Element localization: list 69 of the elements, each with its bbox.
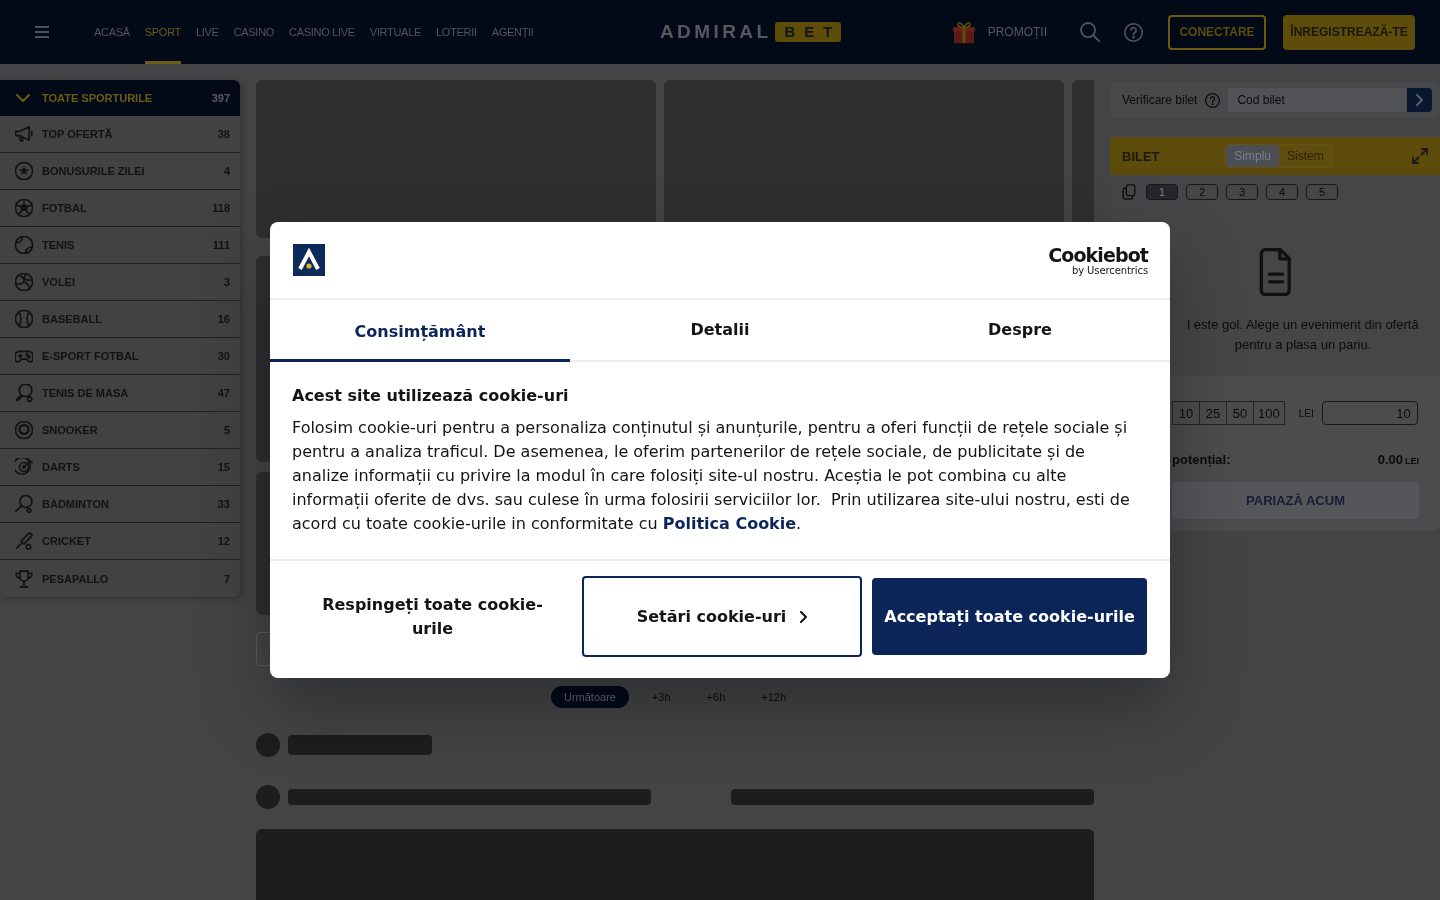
star-icon — [15, 162, 33, 180]
nav-link[interactable]: CASINO LIVE — [289, 0, 355, 64]
time-filter-tab[interactable]: Următoare — [550, 686, 629, 708]
ticket-slot-tab[interactable]: 1 — [1146, 184, 1178, 200]
provider-name: Cookiebot — [1048, 244, 1148, 265]
gamepad-icon — [15, 347, 33, 365]
brand-logo-icon — [293, 244, 325, 276]
nav-link[interactable]: VIRTUALE — [369, 0, 421, 64]
consent-text: Folosim cookie-uri pentru a personaliza conținutul și anunțurile, pentru a oferi funcții de rețele sociale și pentru a analiza traficul. De asemenea, le oferim partenerilor de rețele sociale, de publicitate și de analize informații cu privire la modul în care folosiți site-ul nostru. Aceștia le pot combina cu alte informații oferite de dvs. sau culese în urma folosirii serviciilor lor. Prin utilizarea site-ului nostru, esti de acord cu toate cookie-urile in conformitate cu Politica Cookie. — [292, 417, 1131, 535]
ticket-slot-tab[interactable]: 3 — [1226, 184, 1258, 200]
ticket-slot-tab[interactable]: 5 — [1306, 184, 1338, 200]
ticket-check-label: Verificare bilet — [1122, 93, 1198, 107]
gift-icon — [951, 20, 976, 44]
dartboard-icon — [15, 458, 33, 476]
megaphone-icon — [15, 125, 33, 143]
trophy-icon — [15, 569, 33, 588]
stake-input[interactable]: 10 — [1321, 401, 1418, 425]
cricket-bat-icon — [15, 532, 33, 550]
nav-link[interactable]: ACASĂ — [94, 0, 130, 64]
promotions-link[interactable]: PROMOȚII — [951, 20, 1047, 44]
copy-icon[interactable] — [1122, 184, 1136, 200]
tennis-ball-icon — [15, 236, 33, 254]
soccer-ball-icon — [15, 199, 33, 217]
badminton-racket-icon — [15, 495, 33, 513]
potential-win-value: 0.00 LEI — [1377, 452, 1419, 467]
stake-button[interactable]: 100 — [1253, 401, 1285, 425]
nav-link[interactable]: SPORT — [144, 0, 181, 64]
stake-button[interactable]: 25 — [1199, 401, 1227, 425]
currency-label: LEI — [1298, 407, 1314, 419]
check-ticket-button[interactable] — [1407, 88, 1432, 112]
dialog-tab[interactable]: Consimțământ — [270, 300, 570, 362]
reject-all-button[interactable]: Respingeți toate cookie-urile — [293, 576, 572, 657]
chevron-right-icon — [800, 610, 808, 623]
nav-link[interactable]: AGENȚII — [491, 0, 534, 64]
provider-byline: by Usercentrics — [1071, 264, 1148, 276]
nav-link[interactable]: LOTERII — [436, 0, 477, 64]
stake-button[interactable]: 10 — [1172, 401, 1200, 425]
all-sports-toggle[interactable]: TOATE SPORTURILE 397 — [0, 80, 240, 116]
table-tennis-paddle-icon — [15, 384, 33, 402]
dialog-tab[interactable]: Despre — [870, 300, 1170, 362]
logo-suffix: BET — [775, 22, 842, 42]
billiard-ball-icon — [15, 421, 33, 439]
nav-link[interactable]: LIVE — [196, 0, 219, 64]
search-icon[interactable] — [1080, 22, 1100, 42]
help-icon[interactable] — [1205, 92, 1221, 108]
expand-icon[interactable] — [1412, 148, 1428, 164]
help-icon[interactable] — [1124, 22, 1143, 42]
dialog-title: Acest site utilizează cookie-uri — [292, 385, 570, 407]
menu-icon[interactable] — [34, 26, 50, 38]
accept-all-button[interactable]: Acceptați toate cookie-urile — [872, 578, 1147, 655]
login-button[interactable]: CONECTARE — [1168, 14, 1266, 50]
register-button[interactable]: ÎNREGISTREAZĂ-TE — [1283, 14, 1415, 50]
place-bet-button[interactable]: PARIAZĂ ACUM — [1172, 482, 1419, 519]
ticket-title: BILET — [1122, 148, 1161, 164]
stake-button[interactable]: 50 — [1226, 401, 1254, 425]
volleyball-icon — [15, 273, 33, 291]
baseball-icon — [15, 310, 33, 328]
logo-wordmark: ADMIRAL — [660, 21, 772, 43]
event-count: 397 — [211, 92, 230, 104]
nav-link[interactable]: CASINO — [233, 0, 275, 64]
ticket-code-input[interactable]: Cod bilet — [1228, 88, 1407, 112]
chevron-right-icon — [1416, 94, 1424, 106]
potential-win-label: potențial: — [1172, 452, 1231, 467]
cookie-settings-button[interactable]: Setări cookie-uri — [582, 576, 862, 657]
skeleton-circle — [256, 733, 280, 757]
ticket-slot-tab[interactable]: 4 — [1266, 184, 1298, 200]
dialog-tab[interactable]: Detalii — [570, 300, 870, 362]
skeleton-circle — [256, 785, 280, 809]
cookie-policy-link[interactable]: Politica Cookie — [662, 514, 797, 533]
